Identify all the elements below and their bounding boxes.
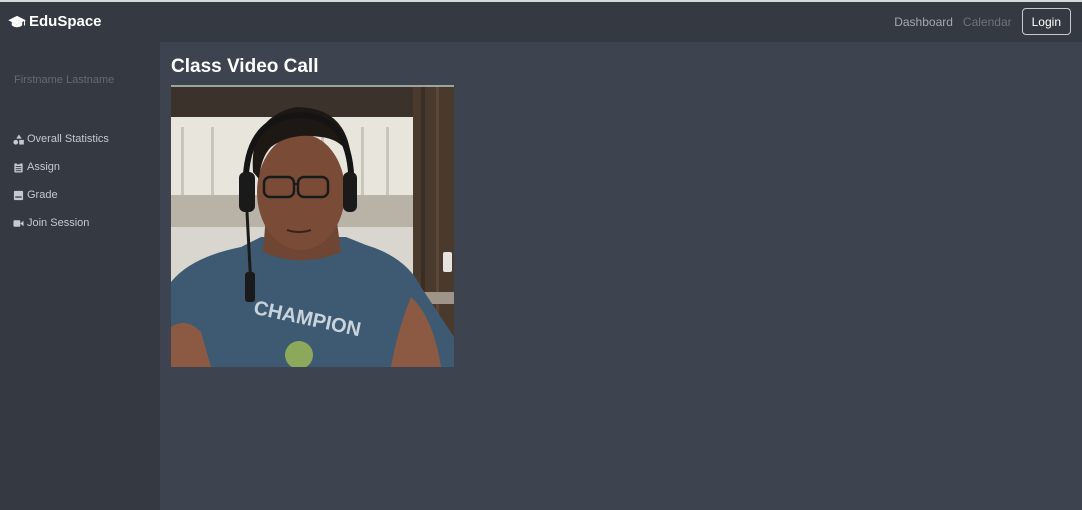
clipboard-icon: [14, 161, 23, 173]
login-button[interactable]: Login: [1021, 8, 1071, 35]
graduation-cap-icon: [8, 15, 26, 27]
nav-links: Dashboard Calendar Login: [894, 8, 1071, 35]
webcam-video-frame: CHAMPION: [171, 87, 454, 367]
brand-name: EduSpace: [29, 13, 102, 30]
nav-link-dashboard[interactable]: Dashboard: [894, 15, 953, 29]
sidebar-item-label: Join Session: [27, 217, 90, 229]
video-feed[interactable]: CHAMPION: [171, 87, 454, 367]
grade-book-icon: [13, 190, 24, 200]
sidebar-item-join-session[interactable]: Join Session: [13, 209, 109, 237]
sidebar-item-label: Overall Statistics: [27, 133, 109, 145]
page-title: Class Video Call: [171, 56, 319, 77]
user-name: Firstname Lastname: [14, 74, 115, 86]
sidebar-menu: Overall Statistics Assign Grade Join Ses…: [13, 125, 109, 237]
sidebar-item-assign[interactable]: Assign: [13, 153, 109, 181]
sidebar: Firstname Lastname Overall Statistics As…: [0, 42, 160, 510]
sidebar-item-label: Grade: [27, 189, 58, 201]
sidebar-item-grade[interactable]: Grade: [13, 181, 109, 209]
sidebar-item-overall-statistics[interactable]: Overall Statistics: [13, 125, 109, 153]
shapes-icon: [13, 133, 24, 145]
sidebar-item-label: Assign: [27, 161, 61, 173]
brand-logo[interactable]: EduSpace: [8, 13, 102, 30]
top-navbar: EduSpace Dashboard Calendar Login: [0, 0, 1082, 42]
nav-link-calendar: Calendar: [962, 14, 1012, 29]
video-camera-icon: [13, 219, 24, 227]
